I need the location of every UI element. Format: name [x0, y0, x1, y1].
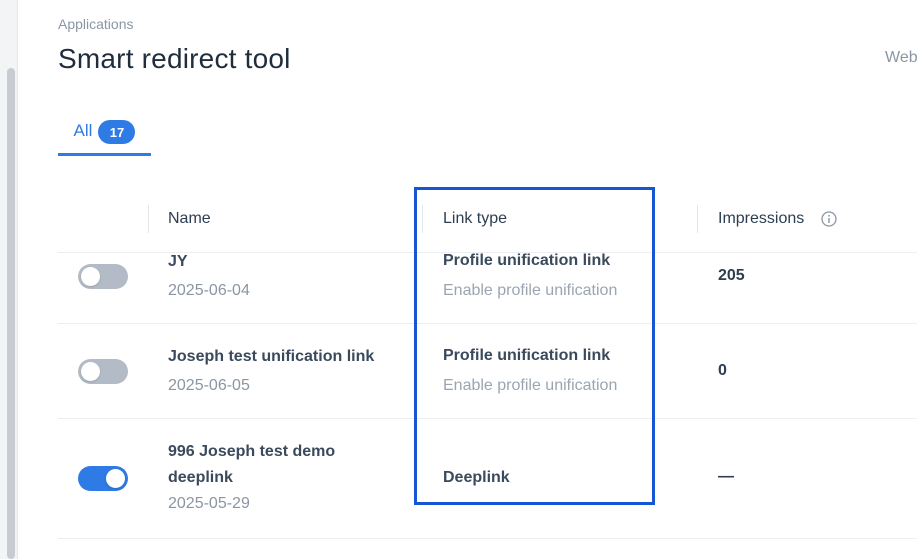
row-link-type: Profile unification link [443, 252, 611, 269]
page: Applications Smart redirect tool Web All… [0, 0, 917, 559]
header-right-link[interactable]: Web [885, 49, 917, 67]
column-divider [148, 205, 149, 233]
row-date: 2025-06-04 [168, 282, 250, 299]
toggle-knob [106, 469, 125, 488]
row-link-type: Deeplink [443, 469, 510, 486]
breadcrumb[interactable]: Applications [58, 16, 134, 32]
toggle-knob [81, 267, 100, 286]
page-title: Smart redirect tool [58, 43, 291, 74]
row-divider [58, 538, 917, 539]
info-icon[interactable] [821, 211, 837, 227]
row-name[interactable]: Joseph test unification link [168, 345, 374, 368]
highlight-box [414, 187, 655, 505]
row-name[interactable]: JY [168, 250, 188, 273]
column-header-name[interactable]: Name [168, 210, 211, 228]
row-divider [58, 418, 917, 419]
column-divider [422, 205, 423, 233]
row-date: 2025-06-05 [168, 377, 250, 394]
row-name-line2[interactable]: deeplink [168, 466, 233, 489]
row-link-subtitle: Enable profile unification [443, 282, 618, 299]
row-impressions: — [718, 468, 734, 485]
row-toggle[interactable] [78, 264, 128, 289]
row-toggle[interactable] [78, 359, 128, 384]
column-header-impressions[interactable]: Impressions [718, 210, 804, 228]
row-toggle[interactable] [78, 466, 128, 491]
toggle-knob [81, 362, 100, 381]
row-impressions: 0 [718, 362, 727, 379]
row-name-line1[interactable]: 996 Joseph test demo [168, 440, 335, 463]
row-link-subtitle: Enable profile unification [443, 377, 618, 394]
tab-label: All [73, 121, 93, 140]
row-link-type: Profile unification link [443, 347, 611, 364]
tab-count-badge: 17 [98, 120, 136, 144]
scrollbar[interactable] [7, 68, 15, 559]
row-divider [58, 323, 917, 324]
column-divider [697, 205, 698, 233]
row-date: 2025-05-29 [168, 495, 250, 512]
tab-all[interactable]: All 17 [58, 118, 151, 156]
row-impressions: 205 [718, 267, 745, 284]
column-header-link-type[interactable]: Link type [443, 210, 507, 228]
